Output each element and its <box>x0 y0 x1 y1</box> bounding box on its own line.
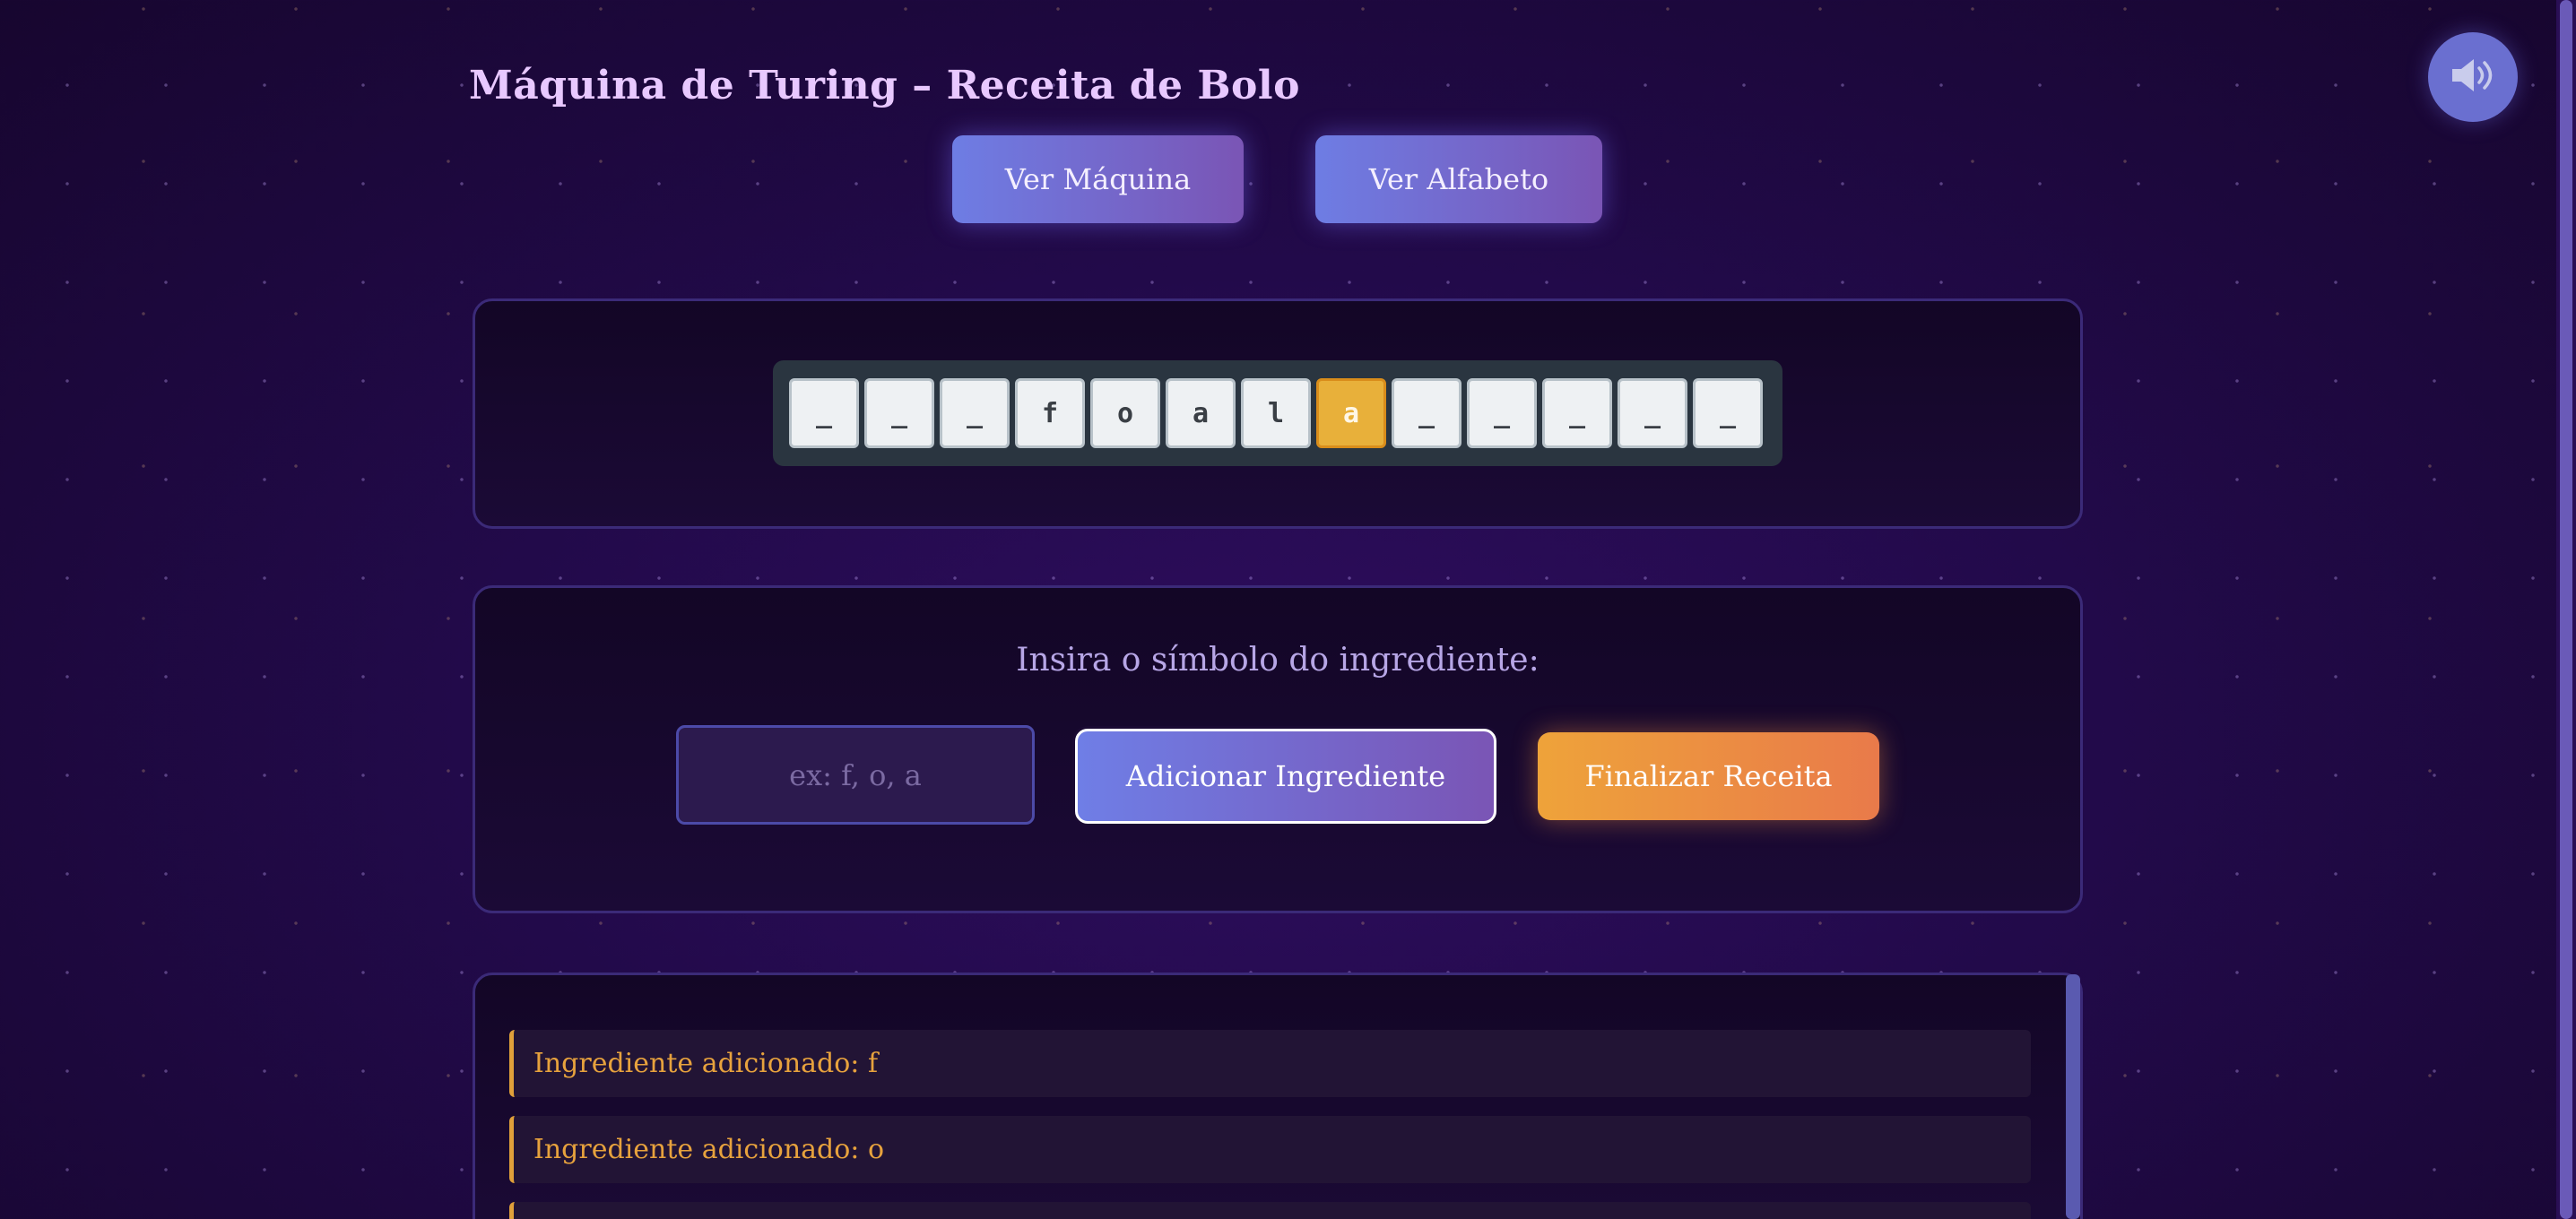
tape-cell: _ <box>1392 378 1461 448</box>
tape-cell: o <box>1090 378 1160 448</box>
tape-cell: _ <box>789 378 859 448</box>
tape-cell: _ <box>1467 378 1537 448</box>
turing-tape: _ _ _ f o a l a _ _ _ _ _ <box>773 360 1782 466</box>
page-scrollbar[interactable] <box>2556 0 2576 1219</box>
page-scrollbar-thumb[interactable] <box>2560 0 2572 1219</box>
tape-cell: _ <box>940 378 1010 448</box>
log-entry: Ingrediente adicionado: o <box>509 1116 2031 1183</box>
view-machine-button[interactable]: Ver Máquina <box>952 135 1244 223</box>
tape-cell: l <box>1241 378 1311 448</box>
log-entry-partial <box>509 1202 2031 1219</box>
log-scrollbar[interactable] <box>2066 974 2080 1219</box>
tape-cell: _ <box>1618 378 1687 448</box>
add-ingredient-button[interactable]: Adicionar Ingrediente <box>1075 729 1496 824</box>
tape-cell: a <box>1166 378 1236 448</box>
tape-cell-head: a <box>1316 378 1386 448</box>
tape-cell: _ <box>864 378 934 448</box>
speaker-icon <box>2449 56 2497 99</box>
sound-toggle-button[interactable] <box>2428 32 2518 122</box>
finish-recipe-button[interactable]: Finalizar Receita <box>1538 732 1879 820</box>
log-entry: Ingrediente adicionado: f <box>509 1030 2031 1097</box>
page-title: Máquina de Turing – Receita de Bolo <box>469 63 1300 108</box>
ingredient-prompt: Insira o símbolo do ingrediente: <box>1016 642 1540 679</box>
tape-cell: _ <box>1542 378 1612 448</box>
view-alphabet-button[interactable]: Ver Alfabeto <box>1315 135 1602 223</box>
tape-cell: _ <box>1693 378 1763 448</box>
ingredient-input[interactable]: ex: f, o, a <box>676 725 1035 825</box>
tape-cell: f <box>1015 378 1085 448</box>
